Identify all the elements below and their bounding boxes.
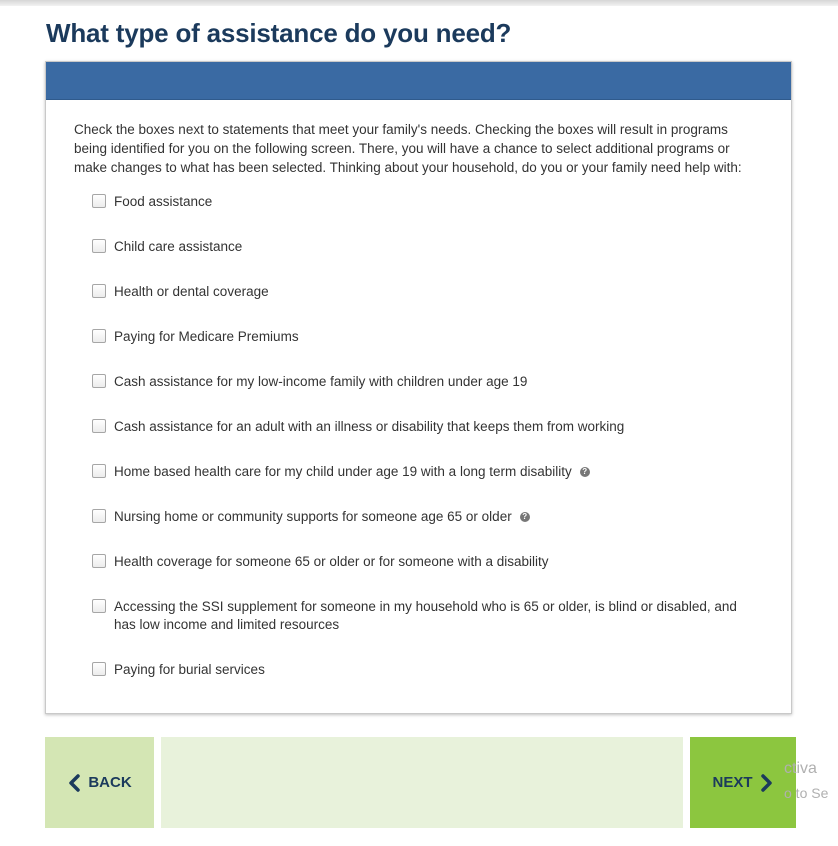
option-home-based-health-care[interactable]: Home based health care for my child unde… xyxy=(92,463,752,481)
checkbox[interactable] xyxy=(92,464,106,478)
checkbox[interactable] xyxy=(92,599,106,613)
option-nursing-home-supports[interactable]: Nursing home or community supports for s… xyxy=(92,508,752,526)
help-icon[interactable]: ? xyxy=(519,512,530,522)
option-label: Nursing home or community supports for s… xyxy=(114,509,512,524)
option-label: Health or dental coverage xyxy=(114,284,269,299)
checkbox[interactable] xyxy=(92,554,106,568)
next-button[interactable]: NEXT xyxy=(690,737,796,828)
checkbox[interactable] xyxy=(92,284,106,298)
chevron-right-icon xyxy=(760,773,772,792)
option-food-assistance[interactable]: Food assistance xyxy=(92,193,752,211)
checkbox[interactable] xyxy=(92,239,106,253)
navigation-spacer xyxy=(161,737,683,828)
intro-text: Check the boxes next to statements that … xyxy=(74,122,742,175)
checkbox[interactable] xyxy=(92,509,106,523)
option-label: Cash assistance for my low-income family… xyxy=(114,374,528,389)
checkbox[interactable] xyxy=(92,374,106,388)
option-health-dental-coverage[interactable]: Health or dental coverage xyxy=(92,283,752,301)
top-divider xyxy=(0,0,838,6)
option-ssi-supplement[interactable]: Accessing the SSI supplement for someone… xyxy=(92,598,752,634)
option-cash-assistance-adult[interactable]: Cash assistance for an adult with an ill… xyxy=(92,418,752,436)
option-burial-services[interactable]: Paying for burial services xyxy=(92,661,752,679)
option-label: Child care assistance xyxy=(114,239,243,254)
checkbox[interactable] xyxy=(92,194,106,208)
navigation-bar: BACK NEXT xyxy=(45,737,796,828)
chevron-left-icon xyxy=(69,773,81,792)
checkbox[interactable] xyxy=(92,662,106,676)
checkbox[interactable] xyxy=(92,329,106,343)
page-title: What type of assistance do you need? xyxy=(46,18,512,48)
option-medicare-premiums[interactable]: Paying for Medicare Premiums xyxy=(92,328,752,346)
card-header-bar xyxy=(46,62,791,100)
option-child-care-assistance[interactable]: Child care assistance xyxy=(92,238,752,256)
option-label: Cash assistance for an adult with an ill… xyxy=(114,419,625,434)
option-label-wrap: Home based health care for my child unde… xyxy=(114,463,590,481)
option-label: Paying for Medicare Premiums xyxy=(114,329,299,344)
option-label: Health coverage for someone 65 or older … xyxy=(114,554,549,569)
back-button[interactable]: BACK xyxy=(45,737,154,828)
back-button-label: BACK xyxy=(88,774,132,791)
option-label: Food assistance xyxy=(114,194,213,209)
checkbox[interactable] xyxy=(92,419,106,433)
help-icon[interactable]: ? xyxy=(579,467,590,477)
option-health-coverage-65-disability[interactable]: Health coverage for someone 65 or older … xyxy=(92,553,752,571)
assistance-card: Check the boxes next to statements that … xyxy=(45,61,792,714)
option-label: Home based health care for my child unde… xyxy=(114,464,572,479)
activation-watermark-line1: ctiva xyxy=(784,760,817,777)
activation-watermark-line2: o to Se xyxy=(784,785,829,801)
option-label-wrap: Nursing home or community supports for s… xyxy=(114,508,530,526)
option-cash-assistance-family[interactable]: Cash assistance for my low-income family… xyxy=(92,373,752,391)
next-button-label: NEXT xyxy=(712,774,753,791)
option-label: Accessing the SSI supplement for someone… xyxy=(114,599,737,632)
option-label: Paying for burial services xyxy=(114,662,265,677)
